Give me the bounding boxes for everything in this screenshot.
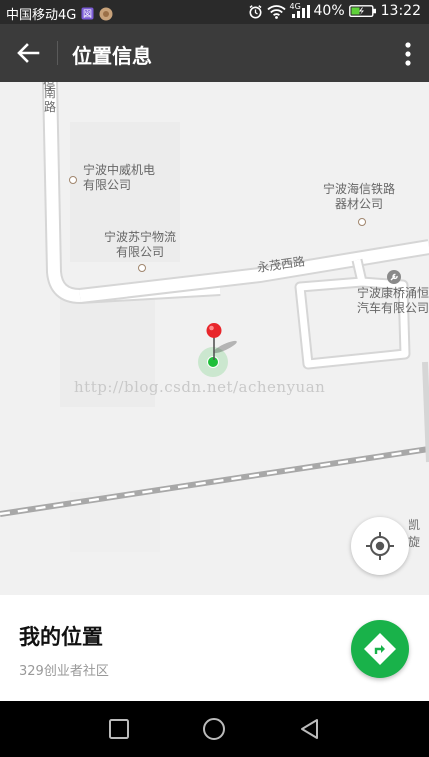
status-bar: 中国移动4G 図 4G 40% 13:22 bbox=[0, 0, 429, 24]
more-vert-icon bbox=[405, 42, 411, 66]
triangle-back-icon bbox=[301, 719, 318, 739]
circle-icon bbox=[203, 718, 225, 740]
home-button[interactable] bbox=[202, 717, 226, 741]
svg-text:図: 図 bbox=[83, 9, 92, 20]
poi-label: 宁波苏宁物流 有限公司 bbox=[104, 230, 176, 260]
appbar-divider bbox=[57, 41, 58, 65]
navigate-button[interactable] bbox=[351, 620, 409, 678]
recents-button[interactable] bbox=[107, 717, 131, 741]
notification-icon: 図 bbox=[81, 7, 94, 20]
poi-marker[interactable] bbox=[69, 176, 77, 184]
location-card: 我的位置 329创业者社区 bbox=[0, 595, 429, 701]
app-notification-icon bbox=[99, 7, 113, 21]
poi-label-line1: 宁波中威机电 bbox=[83, 163, 156, 177]
wifi-icon bbox=[266, 4, 286, 19]
map-view[interactable]: 停 南路 永茂西路 凯旋 宁波中威机电 有限公司 宁波苏宁物流 有限公司 宁波海… bbox=[0, 82, 429, 595]
carrier-label: 中国移动4G bbox=[6, 8, 77, 23]
poi-marker[interactable] bbox=[358, 218, 366, 226]
directions-icon bbox=[364, 633, 396, 665]
poi-label-line1: 宁波海信铁路 bbox=[323, 182, 396, 196]
battery-percent: 40% bbox=[313, 3, 345, 19]
wrench-poi-icon[interactable] bbox=[387, 270, 401, 284]
poi-label-line1: 宁波康桥涌恒 bbox=[357, 286, 429, 300]
poi-label-line2: 有限公司 bbox=[116, 245, 165, 259]
square-icon bbox=[109, 719, 129, 739]
back-button[interactable] bbox=[14, 39, 42, 67]
back-system-button[interactable] bbox=[297, 717, 321, 741]
poi-label-line2: 器材公司 bbox=[335, 197, 384, 211]
location-pin-icon[interactable] bbox=[205, 322, 223, 362]
poi-label: 宁波中威机电 有限公司 bbox=[83, 163, 155, 193]
road-label-kaixuan: 凯旋 bbox=[408, 518, 421, 549]
location-title: 我的位置 bbox=[19, 625, 103, 649]
poi-label-line1: 宁波苏宁物流 bbox=[104, 230, 177, 244]
road-label-nanlu: 南路 bbox=[44, 86, 57, 114]
poi-label: 宁波海信铁路 器材公司 bbox=[323, 182, 395, 212]
watermark-text: http://blog.csdn.net/achenyuan bbox=[74, 378, 326, 396]
gps-crosshair-icon bbox=[366, 532, 394, 560]
poi-marker[interactable] bbox=[138, 264, 146, 272]
arrow-left-icon bbox=[17, 43, 40, 63]
signal-icon: 4G bbox=[289, 1, 310, 19]
app-bar: 位置信息 bbox=[0, 24, 429, 82]
page-title: 位置信息 bbox=[72, 44, 152, 68]
poi-label: 宁波康桥涌恒 汽车有限公司 bbox=[357, 286, 429, 316]
more-options-button[interactable] bbox=[403, 40, 413, 68]
network-type-label: 4G bbox=[289, 1, 301, 11]
system-navigation-bar bbox=[0, 701, 429, 757]
alarm-icon bbox=[248, 4, 263, 19]
battery-icon bbox=[348, 4, 377, 18]
time-label: 13:22 bbox=[380, 3, 421, 19]
my-location-button[interactable] bbox=[351, 517, 409, 575]
location-address: 329创业者社区 bbox=[19, 664, 109, 679]
poi-label-line2: 汽车有限公司 bbox=[357, 301, 429, 315]
poi-label-line2: 有限公司 bbox=[83, 178, 132, 192]
